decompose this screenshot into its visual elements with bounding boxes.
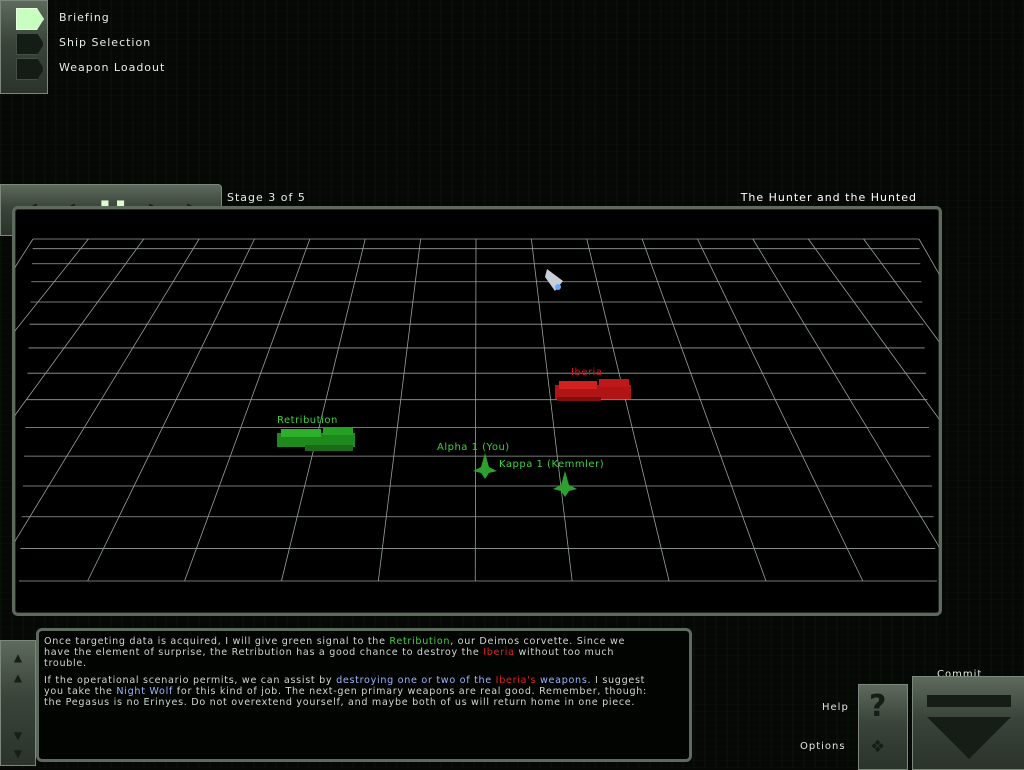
briefing-arrow-icon <box>16 8 44 30</box>
scroll-up-fast-button[interactable]: ▲ <box>7 669 29 687</box>
chevron-up-icon: ▲ <box>13 650 23 666</box>
help-button[interactable]: ? <box>869 689 886 724</box>
commit-arrow-icon <box>927 717 1011 759</box>
alpha-1-fighter-icon <box>473 453 497 479</box>
map-grid-canvas: Iberia Retribution Alpha 1 (You) Kappa 1… <box>15 238 939 582</box>
menu-item-ship-selection[interactable]: Ship Selection <box>16 33 206 55</box>
stage-indicator: Stage 3 of 5 <box>227 191 306 204</box>
grid-line <box>863 238 939 343</box>
scroll-down-fast-button[interactable]: ▼ <box>7 745 29 763</box>
retribution-label: Retribution <box>277 415 338 426</box>
grid-line <box>15 238 89 332</box>
retribution-ship-icon <box>277 427 355 451</box>
options-label[interactable]: Options <box>800 741 846 752</box>
grid-line <box>377 238 422 582</box>
grid-line <box>586 238 670 582</box>
mission-title: The Hunter and the Hunted <box>740 191 917 204</box>
perspective-grid <box>15 238 939 582</box>
chevron-up-icon: ▲ <box>13 670 23 686</box>
iberia-ship-icon <box>555 379 631 401</box>
chevron-down-icon: ▼ <box>13 746 23 762</box>
ship-selection-arrow-icon <box>16 33 44 55</box>
alpha-1-label: Alpha 1 (You) <box>437 442 510 453</box>
briefing-menu: Briefing Ship Selection Weapon Loadout <box>0 0 200 94</box>
kappa-1-fighter-icon <box>553 471 577 497</box>
cone-ship-icon <box>545 269 563 291</box>
scroll-down-button[interactable]: ▼ <box>7 727 29 745</box>
options-diamond-icon: ❖ <box>871 733 885 758</box>
grid-line <box>697 238 864 582</box>
iberia-label: Iberia <box>571 367 602 378</box>
menu-item-label: Weapon Loadout <box>59 61 166 74</box>
kappa-1-label: Kappa 1 (Kemmler) <box>499 459 604 470</box>
grid-line <box>474 238 477 582</box>
grid-line <box>641 238 767 582</box>
grid-line <box>87 238 255 582</box>
scroll-up-button[interactable]: ▲ <box>7 649 29 667</box>
chevron-down-icon: ▼ <box>13 728 23 744</box>
grid-line <box>184 238 311 582</box>
question-icon: ? <box>869 689 887 724</box>
grid-line <box>530 238 573 582</box>
briefing-paragraph: Once targeting data is acquired, I will … <box>44 636 626 669</box>
briefing-paragraph: If the operational scenario permits, we … <box>44 675 647 708</box>
weapon-loadout-arrow-icon <box>16 58 44 80</box>
options-button[interactable]: ❖ <box>871 733 884 758</box>
menu-item-label: Briefing <box>59 11 110 24</box>
menu-item-label: Ship Selection <box>59 36 152 49</box>
help-label[interactable]: Help <box>822 702 849 713</box>
menu-item-briefing[interactable]: Briefing <box>16 8 206 30</box>
grid-line <box>807 238 939 420</box>
briefing-map: Iberia Retribution Alpha 1 (You) Kappa 1… <box>12 206 942 616</box>
menu-item-weapon-loadout[interactable]: Weapon Loadout <box>16 58 206 80</box>
briefing-text: Once targeting data is acquired, I will … <box>44 636 654 714</box>
grid-line <box>15 238 34 268</box>
commit-button[interactable] <box>912 676 1024 770</box>
help-options-panel: ? ❖ <box>858 684 908 770</box>
commit-bar-icon <box>927 695 1011 707</box>
grid-line <box>281 238 366 582</box>
text-scroll-panel: ▲ ▲ ▼ ▼ <box>0 640 36 766</box>
grid-line <box>15 238 145 416</box>
